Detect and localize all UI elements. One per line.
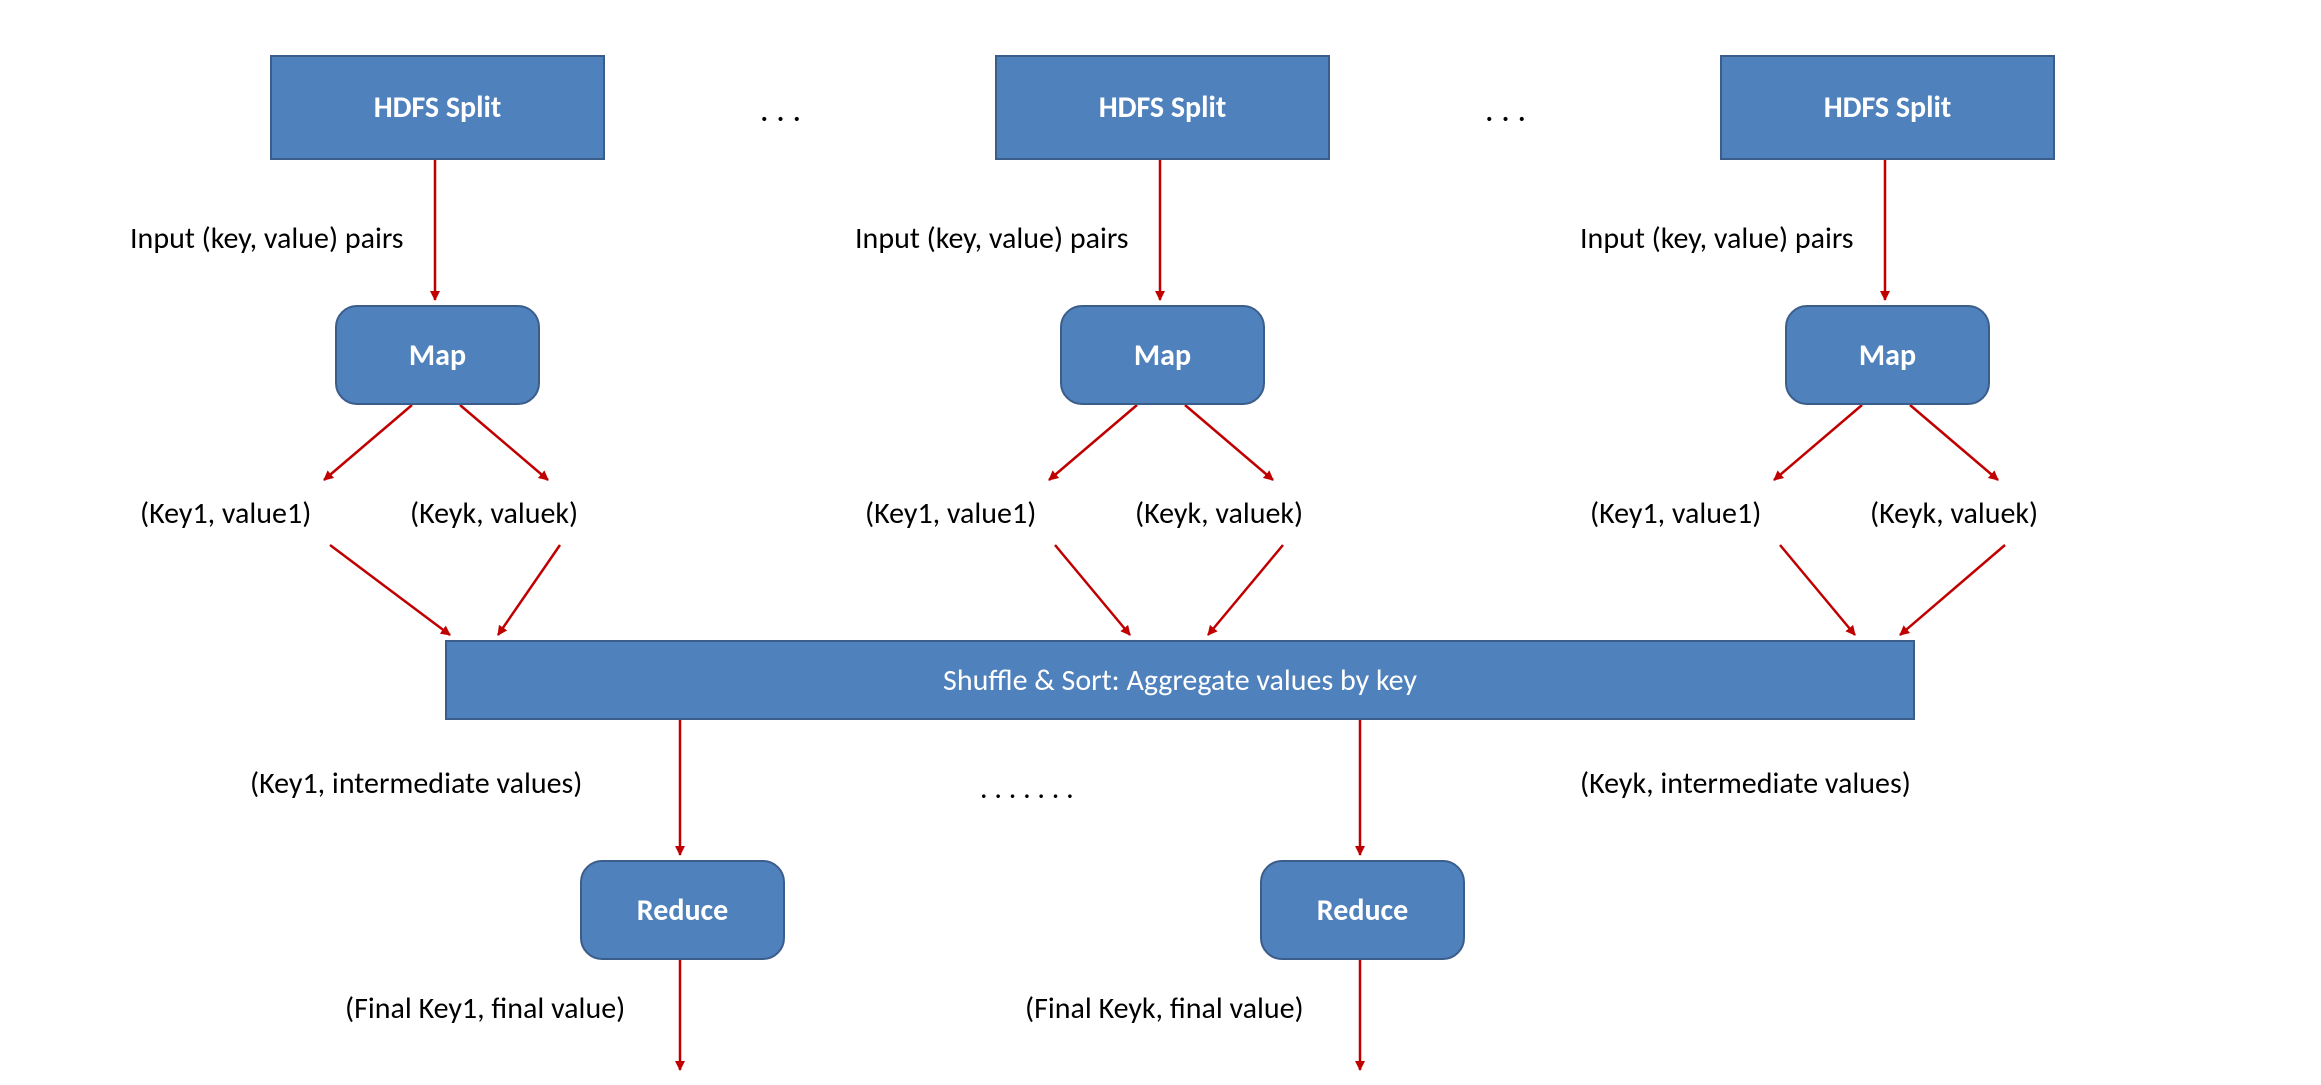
hdfs-split-label: HDFS Split [1824, 89, 1952, 126]
kv-label: (Key1, value1) [1590, 495, 1761, 532]
kv-label: (Keyk, valuek) [1135, 495, 1303, 532]
shuffle-sort-box: Shuffle & Sort: Aggregate values by key [445, 640, 1915, 720]
hdfs-split-box-3: HDFS Split [1720, 55, 2055, 160]
hdfs-split-box-1: HDFS Split [270, 55, 605, 160]
intermediate-label-left: (Key1, intermediate values) [250, 765, 582, 802]
hdfs-split-label: HDFS Split [374, 89, 502, 126]
hdfs-split-label: HDFS Split [1099, 89, 1227, 126]
final-label-right: (Final Keyk, final value) [1025, 990, 1304, 1027]
map-box-3: Map [1785, 305, 1990, 405]
kv-label: (Key1, value1) [140, 495, 311, 532]
input-pairs-label: Input (key, value) pairs [130, 220, 404, 257]
reduce-box-left: Reduce [580, 860, 785, 960]
map-label: Map [1134, 337, 1191, 374]
reduce-label: Reduce [1317, 892, 1408, 929]
map-box-1: Map [335, 305, 540, 405]
ellipsis: . . . [760, 90, 801, 131]
kv-label: (Key1, value1) [865, 495, 1036, 532]
map-label: Map [1859, 337, 1916, 374]
shuffle-sort-label: Shuffle & Sort: Aggregate values by key [943, 662, 1417, 699]
reduce-label: Reduce [637, 892, 728, 929]
diagram-canvas: HDFS Split HDFS Split HDFS Split . . . .… [0, 0, 2321, 1085]
kv-label: (Keyk, valuek) [410, 495, 578, 532]
reduce-box-right: Reduce [1260, 860, 1465, 960]
input-pairs-label: Input (key, value) pairs [1580, 220, 1854, 257]
arrow-layer [0, 0, 2321, 1085]
map-label: Map [409, 337, 466, 374]
ellipsis: . . . [1485, 90, 1526, 131]
map-box-2: Map [1060, 305, 1265, 405]
input-pairs-label: Input (key, value) pairs [855, 220, 1129, 257]
intermediate-label-right: (Keyk, intermediate values) [1580, 765, 1911, 802]
final-label-left: (Final Key1, final value) [345, 990, 625, 1027]
kv-label: (Keyk, valuek) [1870, 495, 2038, 532]
hdfs-split-box-2: HDFS Split [995, 55, 1330, 160]
ellipsis: . . . . . . . [980, 770, 1074, 807]
